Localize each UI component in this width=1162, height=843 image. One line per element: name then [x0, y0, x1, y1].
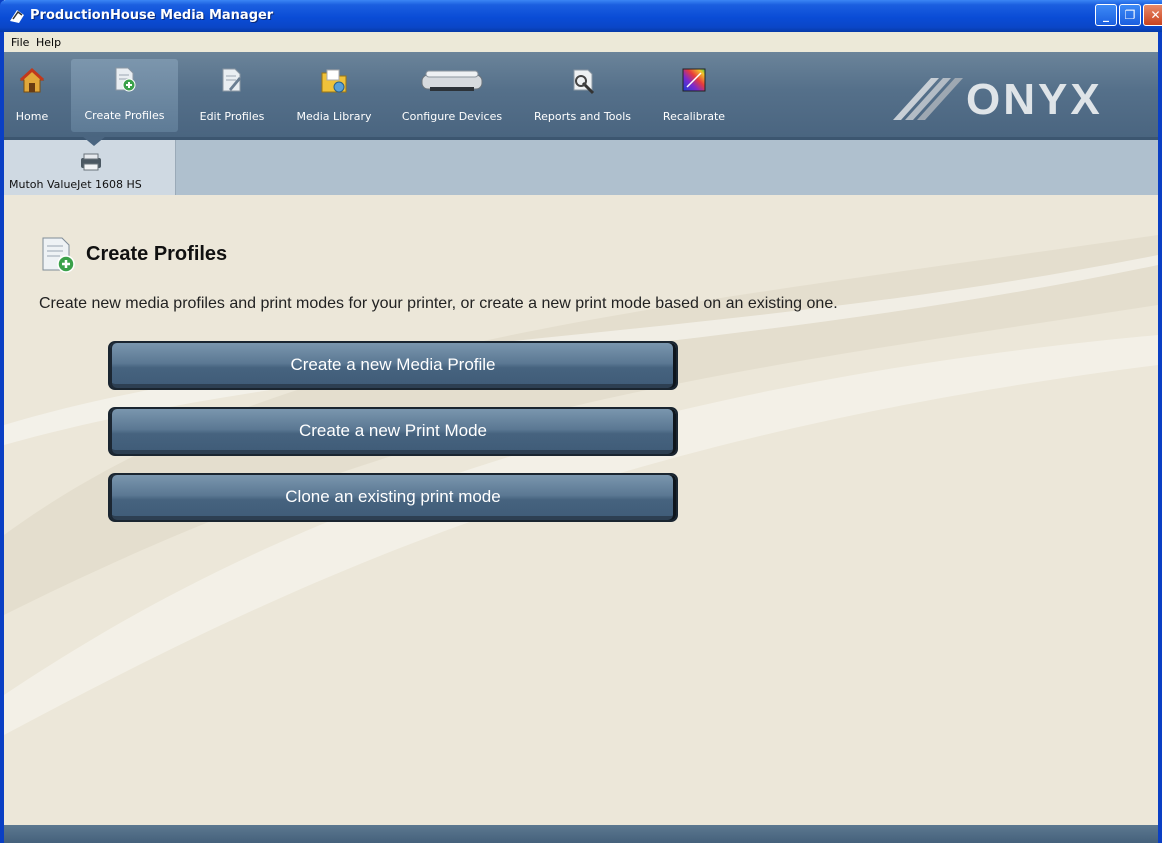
toolbar-create-profiles-label: Create Profiles: [84, 109, 165, 122]
reports-icon: [573, 69, 594, 95]
toolbar-home[interactable]: Home: [9, 60, 55, 130]
menu-bar: File Help: [4, 32, 1158, 52]
toolbar-recalibrate[interactable]: Recalibrate: [659, 60, 729, 130]
printer-icon: [421, 70, 483, 91]
toolbar-edit-profiles-label: Edit Profiles: [199, 110, 265, 123]
window-title: ProductionHouse Media Manager: [30, 8, 274, 23]
clone-print-mode-button[interactable]: Clone an existing print mode: [108, 473, 678, 522]
active-pointer: [82, 136, 106, 146]
recalibrate-icon: [682, 68, 706, 92]
device-tab[interactable]: Mutoh ValueJet 1608 HS: [4, 136, 176, 195]
toolbar-edit-profiles[interactable]: Edit Profiles: [193, 60, 271, 130]
toolbar-recalibrate-label: Recalibrate: [662, 110, 726, 123]
main-toolbar: Home Create Profiles Edit Profiles Media…: [4, 52, 1158, 140]
onyx-logo-text: ONYX: [966, 75, 1103, 124]
toolbar-media-library[interactable]: Media Library: [291, 60, 377, 130]
device-label: Mutoh ValueJet 1608 HS: [9, 178, 142, 191]
toolbar-reports-tools[interactable]: Reports and Tools: [529, 60, 636, 130]
toolbar-configure-devices[interactable]: Configure Devices: [396, 60, 508, 130]
home-icon: [19, 67, 45, 93]
toolbar-home-label: Home: [15, 110, 49, 123]
page-description: Create new media profiles and print mode…: [39, 295, 838, 312]
toolbar-media-library-label: Media Library: [296, 110, 372, 123]
app-window: ProductionHouse Media Manager _ ❐ ✕ File…: [0, 0, 1162, 843]
printer-device-icon: [81, 153, 101, 171]
toolbar-reports-tools-label: Reports and Tools: [534, 110, 631, 123]
create-profile-icon: [115, 67, 135, 92]
minimize-button[interactable]: _: [1095, 4, 1117, 26]
edit-profile-icon: [222, 68, 241, 92]
menu-file[interactable]: File: [11, 36, 29, 49]
title-bar[interactable]: ProductionHouse Media Manager _ ❐ ✕: [0, 0, 1162, 32]
status-bar: [4, 825, 1158, 843]
device-bar: Mutoh ValueJet 1608 HS: [4, 136, 1158, 195]
onyx-swoosh-icon: [893, 78, 963, 120]
page-title: Create Profiles: [86, 243, 228, 265]
toolbar-create-profiles[interactable]: Create Profiles: [71, 59, 178, 132]
menu-help[interactable]: Help: [36, 36, 61, 49]
main-content: Create Profiles Create new media profile…: [4, 195, 1158, 825]
media-library-icon: [321, 69, 347, 93]
create-media-profile-button[interactable]: Create a new Media Profile: [108, 341, 678, 390]
create-print-mode-button[interactable]: Create a new Print Mode: [108, 407, 678, 456]
create-profile-page-icon: [42, 237, 75, 273]
onyx-logo: ONYX: [891, 74, 1151, 124]
close-button[interactable]: ✕: [1143, 4, 1162, 26]
toolbar-configure-devices-label: Configure Devices: [401, 110, 503, 123]
restore-button[interactable]: ❐: [1119, 4, 1141, 26]
app-icon: [10, 10, 24, 23]
